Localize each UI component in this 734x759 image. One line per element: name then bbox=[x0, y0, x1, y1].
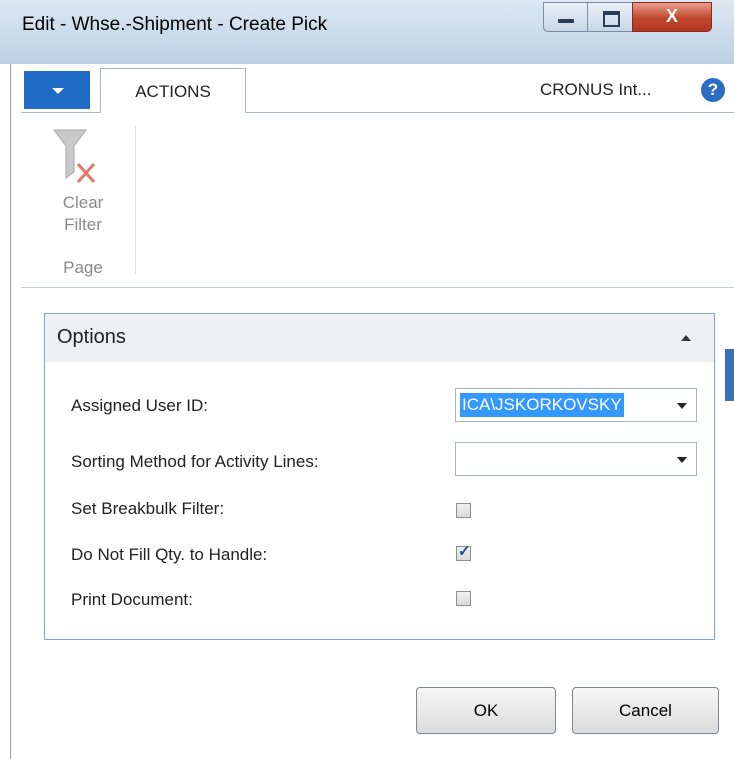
application-menu-button[interactable] bbox=[24, 71, 90, 109]
side-scroll-tab[interactable] bbox=[725, 349, 734, 401]
assigned-user-label: Assigned User ID: bbox=[71, 396, 208, 415]
maximize-icon bbox=[603, 11, 620, 27]
checkmark-icon: ✓ bbox=[458, 543, 471, 560]
ribbon-group-label: Page bbox=[63, 258, 103, 277]
assigned-user-value: ICA\JSKORKOVSKY bbox=[460, 393, 624, 417]
close-button[interactable]: X bbox=[632, 2, 712, 32]
group-separator bbox=[135, 126, 136, 274]
collapse-chevron-icon[interactable] bbox=[681, 335, 691, 341]
print-document-label: Print Document: bbox=[71, 590, 193, 609]
minimize-button[interactable] bbox=[543, 2, 588, 32]
do-not-fill-label: Do Not Fill Qty. to Handle: bbox=[71, 545, 268, 564]
sorting-method-dropdown[interactable] bbox=[455, 442, 697, 476]
breakbulk-checkbox[interactable] bbox=[456, 503, 471, 518]
print-document-checkbox[interactable] bbox=[456, 591, 471, 606]
maximize-button[interactable] bbox=[587, 2, 633, 32]
dropdown-arrow-icon[interactable] bbox=[677, 457, 687, 463]
close-icon: X bbox=[665, 6, 678, 26]
dropdown-arrow-icon[interactable] bbox=[677, 403, 687, 409]
tab-actions[interactable]: ACTIONS bbox=[100, 68, 246, 113]
ok-button[interactable]: OK bbox=[416, 687, 556, 734]
tab-actions-label: ACTIONS bbox=[135, 82, 211, 101]
do-not-fill-checkbox[interactable]: ✓ bbox=[456, 543, 471, 561]
clear-filter-button[interactable]: Clear Filter bbox=[50, 192, 116, 236]
options-header[interactable] bbox=[45, 314, 714, 362]
assigned-user-dropdown[interactable]: ICA\JSKORKOVSKY bbox=[455, 388, 697, 422]
window-title: Edit - Whse.-Shipment - Create Pick bbox=[22, 14, 328, 35]
chevron-down-icon bbox=[52, 88, 64, 94]
minimize-icon bbox=[558, 19, 574, 23]
clear-filter-label-line1: Clear bbox=[62, 193, 104, 212]
help-icon[interactable]: ? bbox=[701, 78, 725, 102]
clear-filter-icon bbox=[53, 129, 96, 183]
company-name[interactable]: CRONUS Int... bbox=[540, 80, 651, 100]
ribbon-group-area bbox=[21, 113, 734, 288]
clear-filter-label-line2: Filter bbox=[64, 215, 102, 234]
sorting-method-label: Sorting Method for Activity Lines: bbox=[71, 452, 319, 471]
breakbulk-label: Set Breakbulk Filter: bbox=[71, 499, 225, 518]
options-title: Options bbox=[57, 326, 126, 348]
cancel-button[interactable]: Cancel bbox=[572, 687, 719, 734]
